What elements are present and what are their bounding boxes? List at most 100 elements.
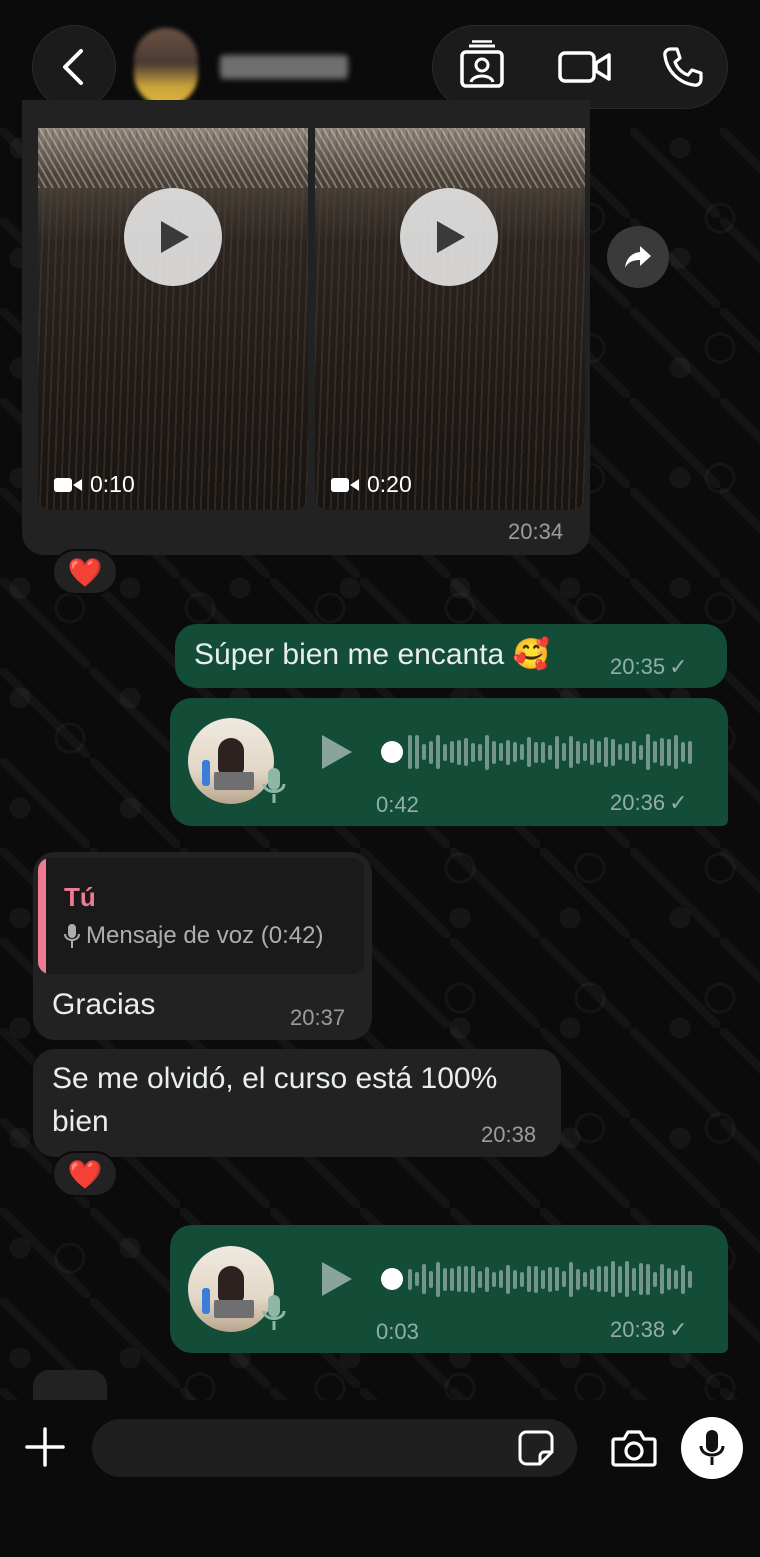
back-button[interactable] bbox=[32, 25, 116, 109]
voice-scrub-handle[interactable] bbox=[381, 1268, 403, 1290]
waveform-bar bbox=[478, 743, 482, 761]
voice-waveform[interactable] bbox=[408, 732, 698, 772]
waveform-bar bbox=[548, 1266, 552, 1292]
waveform-bar bbox=[597, 741, 601, 763]
waveform-bar bbox=[618, 1265, 622, 1293]
waveform-bar bbox=[429, 1270, 433, 1288]
waveform-bar bbox=[450, 1267, 454, 1291]
microphone-icon bbox=[262, 1295, 286, 1330]
waveform-bar bbox=[457, 1266, 461, 1292]
video-thumbnail-1[interactable]: 0:10 bbox=[38, 128, 308, 510]
waveform-bar bbox=[576, 1268, 580, 1290]
waveform-bar bbox=[639, 744, 643, 760]
waveform-bar bbox=[520, 744, 524, 760]
video-duration: 0:10 bbox=[54, 471, 135, 498]
waveform-bar bbox=[548, 744, 552, 760]
quote-author: Tú bbox=[64, 882, 96, 912]
sent-check-icon: ✓ bbox=[669, 790, 688, 815]
waveform-bar bbox=[485, 734, 489, 770]
message-time: 20:37 bbox=[290, 1005, 346, 1030]
waveform-bar bbox=[611, 1261, 615, 1297]
waveform-bar bbox=[471, 1265, 475, 1293]
video-duration: 0:20 bbox=[331, 471, 412, 498]
voice-scrub-handle[interactable] bbox=[381, 741, 403, 763]
microphone-icon bbox=[64, 924, 80, 948]
waveform-bar bbox=[527, 737, 531, 767]
message-text-line-2: bien bbox=[52, 1105, 109, 1138]
voice-play-button[interactable] bbox=[322, 1262, 352, 1296]
partial-message bbox=[33, 1370, 107, 1400]
play-button[interactable] bbox=[400, 188, 498, 286]
waveform-bar bbox=[457, 739, 461, 765]
play-button[interactable] bbox=[124, 188, 222, 286]
voice-waveform[interactable] bbox=[408, 1259, 698, 1299]
microphone-icon bbox=[699, 1430, 725, 1465]
waveform-bar bbox=[534, 1265, 538, 1293]
waveform-bar bbox=[492, 740, 496, 764]
waveform-bar bbox=[471, 742, 475, 762]
message-time: 20:38 bbox=[481, 1122, 537, 1147]
waveform-bar bbox=[485, 1266, 489, 1292]
video-camera-icon bbox=[54, 477, 82, 492]
video-call-icon[interactable] bbox=[558, 50, 612, 84]
waveform-bar bbox=[436, 1261, 440, 1297]
waveform-bar bbox=[450, 741, 454, 763]
waveform-bar bbox=[674, 1269, 678, 1289]
message-time: 20:34 bbox=[508, 519, 564, 544]
waveform-bar bbox=[478, 1270, 482, 1288]
contact-name[interactable] bbox=[220, 55, 348, 79]
waveform-bar bbox=[513, 742, 517, 762]
message-text-line-1: Se me olvidó, el curso está 100% bbox=[52, 1062, 498, 1095]
waveform-bar bbox=[618, 744, 622, 760]
waveform-bar bbox=[597, 1266, 601, 1292]
video-camera-icon bbox=[331, 477, 359, 492]
waveform-bar bbox=[688, 740, 692, 764]
voice-play-button[interactable] bbox=[322, 735, 352, 769]
message-input[interactable] bbox=[92, 1419, 577, 1477]
waveform-bar bbox=[429, 740, 433, 764]
chevron-left-icon bbox=[63, 49, 83, 85]
waveform-bar bbox=[660, 738, 664, 766]
header-actions bbox=[432, 25, 728, 109]
waveform-bar bbox=[436, 735, 440, 769]
waveform-bar bbox=[534, 741, 538, 763]
video-thumbnail-2[interactable]: 0:20 bbox=[315, 128, 585, 510]
waveform-bar bbox=[499, 743, 503, 761]
waveform-bar bbox=[506, 1264, 510, 1294]
forward-arrow-icon bbox=[625, 246, 651, 268]
play-icon bbox=[437, 221, 465, 253]
reaction-heart[interactable]: ❤️ bbox=[52, 1151, 118, 1197]
waveform-bar bbox=[646, 734, 650, 770]
contact-avatar[interactable] bbox=[134, 28, 198, 106]
waveform-bar bbox=[464, 1266, 468, 1292]
camera-icon[interactable] bbox=[611, 1429, 657, 1467]
waveform-bar bbox=[632, 740, 636, 764]
waveform-bar bbox=[513, 1269, 517, 1289]
waveform-bar bbox=[555, 1267, 559, 1291]
waveform-bar bbox=[422, 744, 426, 760]
waveform-bar bbox=[541, 741, 545, 763]
sticker-icon[interactable] bbox=[518, 1430, 554, 1466]
forward-button[interactable] bbox=[607, 226, 669, 288]
play-icon bbox=[161, 221, 189, 253]
sent-check-icon: ✓ bbox=[669, 654, 688, 679]
contact-card-icon[interactable] bbox=[459, 40, 505, 90]
reaction-heart[interactable]: ❤️ bbox=[52, 549, 118, 595]
waveform-bar bbox=[506, 739, 510, 765]
record-voice-button[interactable] bbox=[681, 1417, 743, 1479]
message-time: 20:38 ✓ bbox=[610, 1317, 688, 1342]
waveform-bar bbox=[583, 743, 587, 761]
waveform-bar bbox=[562, 743, 566, 761]
quoted-message[interactable]: Tú Mensaje de voz (0:42) bbox=[38, 858, 364, 974]
plus-icon[interactable] bbox=[25, 1427, 65, 1467]
voice-call-icon[interactable] bbox=[662, 46, 704, 88]
waveform-bar bbox=[464, 738, 468, 766]
waveform-bar bbox=[443, 1267, 447, 1291]
waveform-bar bbox=[681, 1264, 685, 1294]
waveform-bar bbox=[569, 736, 573, 768]
waveform-bar bbox=[639, 1263, 643, 1295]
waveform-bar bbox=[499, 1270, 503, 1288]
voice-duration: 0:03 bbox=[376, 1319, 419, 1344]
waveform-bar bbox=[576, 740, 580, 764]
waveform-bar bbox=[422, 1264, 426, 1294]
